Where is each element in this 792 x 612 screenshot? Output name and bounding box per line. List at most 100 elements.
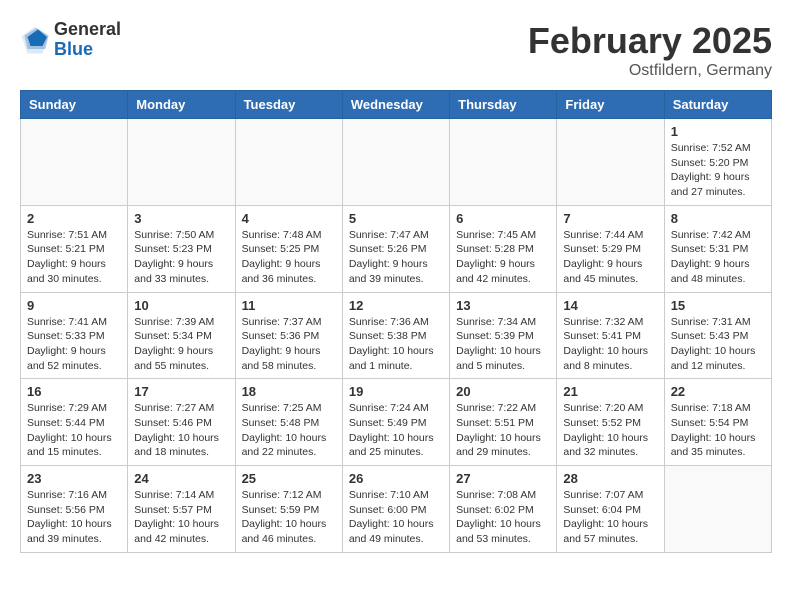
calendar-header-row: SundayMondayTuesdayWednesdayThursdayFrid… xyxy=(21,91,772,119)
day-info: Sunrise: 7:29 AM Sunset: 5:44 PM Dayligh… xyxy=(27,401,121,460)
logo-blue-text: Blue xyxy=(54,40,121,60)
calendar-cell: 2 Sunrise: 7:51 AM Sunset: 5:21 PM Daylig… xyxy=(21,205,128,292)
calendar-cell: 13 Sunrise: 7:34 AM Sunset: 5:39 PM Dayli… xyxy=(450,292,557,379)
day-number: 22 xyxy=(671,384,765,399)
calendar-cell: 3 Sunrise: 7:50 AM Sunset: 5:23 PM Daylig… xyxy=(128,205,235,292)
calendar-cell: 17 Sunrise: 7:27 AM Sunset: 5:46 PM Dayli… xyxy=(128,379,235,466)
day-info: Sunrise: 7:20 AM Sunset: 5:52 PM Dayligh… xyxy=(563,401,657,460)
logo-icon xyxy=(20,25,50,55)
day-number: 18 xyxy=(242,384,336,399)
day-number: 17 xyxy=(134,384,228,399)
day-number: 12 xyxy=(349,298,443,313)
day-info: Sunrise: 7:47 AM Sunset: 5:26 PM Dayligh… xyxy=(349,228,443,287)
day-info: Sunrise: 7:16 AM Sunset: 5:56 PM Dayligh… xyxy=(27,488,121,547)
day-number: 28 xyxy=(563,471,657,486)
day-number: 5 xyxy=(349,211,443,226)
day-info: Sunrise: 7:24 AM Sunset: 5:49 PM Dayligh… xyxy=(349,401,443,460)
day-number: 14 xyxy=(563,298,657,313)
calendar-week-row: 1 Sunrise: 7:52 AM Sunset: 5:20 PM Daylig… xyxy=(21,119,772,206)
calendar-cell: 1 Sunrise: 7:52 AM Sunset: 5:20 PM Daylig… xyxy=(664,119,771,206)
weekday-header: Friday xyxy=(557,91,664,119)
day-info: Sunrise: 7:37 AM Sunset: 5:36 PM Dayligh… xyxy=(242,315,336,374)
calendar-cell: 12 Sunrise: 7:36 AM Sunset: 5:38 PM Dayli… xyxy=(342,292,449,379)
calendar-week-row: 2 Sunrise: 7:51 AM Sunset: 5:21 PM Daylig… xyxy=(21,205,772,292)
day-number: 15 xyxy=(671,298,765,313)
calendar-cell: 22 Sunrise: 7:18 AM Sunset: 5:54 PM Dayli… xyxy=(664,379,771,466)
weekday-header: Wednesday xyxy=(342,91,449,119)
day-info: Sunrise: 7:31 AM Sunset: 5:43 PM Dayligh… xyxy=(671,315,765,374)
day-number: 1 xyxy=(671,124,765,139)
day-number: 23 xyxy=(27,471,121,486)
calendar-cell: 11 Sunrise: 7:37 AM Sunset: 5:36 PM Dayli… xyxy=(235,292,342,379)
calendar-cell: 23 Sunrise: 7:16 AM Sunset: 5:56 PM Dayli… xyxy=(21,466,128,553)
day-info: Sunrise: 7:52 AM Sunset: 5:20 PM Dayligh… xyxy=(671,141,765,200)
calendar-cell: 28 Sunrise: 7:07 AM Sunset: 6:04 PM Dayli… xyxy=(557,466,664,553)
day-info: Sunrise: 7:27 AM Sunset: 5:46 PM Dayligh… xyxy=(134,401,228,460)
calendar-cell: 8Sunrise: 7:42 AM Sunset: 5:31 PM Daylig… xyxy=(664,205,771,292)
calendar-cell: 25Sunrise: 7:12 AM Sunset: 5:59 PM Dayli… xyxy=(235,466,342,553)
calendar-cell: 20 Sunrise: 7:22 AM Sunset: 5:51 PM Dayli… xyxy=(450,379,557,466)
day-info: Sunrise: 7:42 AM Sunset: 5:31 PM Dayligh… xyxy=(671,228,765,287)
day-number: 24 xyxy=(134,471,228,486)
day-number: 2 xyxy=(27,211,121,226)
day-number: 13 xyxy=(456,298,550,313)
day-info: Sunrise: 7:25 AM Sunset: 5:48 PM Dayligh… xyxy=(242,401,336,460)
day-number: 10 xyxy=(134,298,228,313)
logo: General Blue xyxy=(20,20,121,60)
calendar-cell: 7 Sunrise: 7:44 AM Sunset: 5:29 PM Daylig… xyxy=(557,205,664,292)
calendar-cell: 21 Sunrise: 7:20 AM Sunset: 5:52 PM Dayli… xyxy=(557,379,664,466)
day-number: 11 xyxy=(242,298,336,313)
day-info: Sunrise: 7:36 AM Sunset: 5:38 PM Dayligh… xyxy=(349,315,443,374)
weekday-header: Saturday xyxy=(664,91,771,119)
day-info: Sunrise: 7:22 AM Sunset: 5:51 PM Dayligh… xyxy=(456,401,550,460)
day-number: 20 xyxy=(456,384,550,399)
logo-text: General Blue xyxy=(54,20,121,60)
calendar-table: SundayMondayTuesdayWednesdayThursdayFrid… xyxy=(20,90,772,553)
calendar-cell: 6 Sunrise: 7:45 AM Sunset: 5:28 PM Daylig… xyxy=(450,205,557,292)
day-info: Sunrise: 7:18 AM Sunset: 5:54 PM Dayligh… xyxy=(671,401,765,460)
calendar-cell: 14 Sunrise: 7:32 AM Sunset: 5:41 PM Dayli… xyxy=(557,292,664,379)
day-number: 26 xyxy=(349,471,443,486)
weekday-header: Sunday xyxy=(21,91,128,119)
calendar-cell xyxy=(557,119,664,206)
calendar-cell: 24Sunrise: 7:14 AM Sunset: 5:57 PM Dayli… xyxy=(128,466,235,553)
weekday-header: Tuesday xyxy=(235,91,342,119)
calendar-cell xyxy=(21,119,128,206)
calendar-cell: 16Sunrise: 7:29 AM Sunset: 5:44 PM Dayli… xyxy=(21,379,128,466)
day-number: 9 xyxy=(27,298,121,313)
day-info: Sunrise: 7:08 AM Sunset: 6:02 PM Dayligh… xyxy=(456,488,550,547)
calendar-cell: 27 Sunrise: 7:08 AM Sunset: 6:02 PM Dayli… xyxy=(450,466,557,553)
day-number: 4 xyxy=(242,211,336,226)
day-number: 21 xyxy=(563,384,657,399)
calendar-cell: 10Sunrise: 7:39 AM Sunset: 5:34 PM Dayli… xyxy=(128,292,235,379)
day-info: Sunrise: 7:50 AM Sunset: 5:23 PM Dayligh… xyxy=(134,228,228,287)
logo-general-text: General xyxy=(54,20,121,40)
calendar-cell: 4Sunrise: 7:48 AM Sunset: 5:25 PM Daylig… xyxy=(235,205,342,292)
day-info: Sunrise: 7:34 AM Sunset: 5:39 PM Dayligh… xyxy=(456,315,550,374)
day-info: Sunrise: 7:41 AM Sunset: 5:33 PM Dayligh… xyxy=(27,315,121,374)
calendar-cell: 19 Sunrise: 7:24 AM Sunset: 5:49 PM Dayli… xyxy=(342,379,449,466)
location: Ostfildern, Germany xyxy=(528,62,772,80)
day-number: 7 xyxy=(563,211,657,226)
day-info: Sunrise: 7:07 AM Sunset: 6:04 PM Dayligh… xyxy=(563,488,657,547)
calendar-cell: 5 Sunrise: 7:47 AM Sunset: 5:26 PM Daylig… xyxy=(342,205,449,292)
day-number: 3 xyxy=(134,211,228,226)
weekday-header: Monday xyxy=(128,91,235,119)
month-title: February 2025 xyxy=(528,20,772,62)
day-info: Sunrise: 7:32 AM Sunset: 5:41 PM Dayligh… xyxy=(563,315,657,374)
day-number: 27 xyxy=(456,471,550,486)
day-info: Sunrise: 7:44 AM Sunset: 5:29 PM Dayligh… xyxy=(563,228,657,287)
calendar-week-row: 16Sunrise: 7:29 AM Sunset: 5:44 PM Dayli… xyxy=(21,379,772,466)
calendar-cell xyxy=(450,119,557,206)
day-number: 6 xyxy=(456,211,550,226)
day-info: Sunrise: 7:12 AM Sunset: 5:59 PM Dayligh… xyxy=(242,488,336,547)
weekday-header: Thursday xyxy=(450,91,557,119)
calendar-cell: 18 Sunrise: 7:25 AM Sunset: 5:48 PM Dayli… xyxy=(235,379,342,466)
day-info: Sunrise: 7:45 AM Sunset: 5:28 PM Dayligh… xyxy=(456,228,550,287)
day-number: 19 xyxy=(349,384,443,399)
title-block: February 2025 Ostfildern, Germany xyxy=(528,20,772,80)
day-info: Sunrise: 7:51 AM Sunset: 5:21 PM Dayligh… xyxy=(27,228,121,287)
calendar-week-row: 9 Sunrise: 7:41 AM Sunset: 5:33 PM Daylig… xyxy=(21,292,772,379)
calendar-cell: 15 Sunrise: 7:31 AM Sunset: 5:43 PM Dayli… xyxy=(664,292,771,379)
calendar-cell xyxy=(664,466,771,553)
